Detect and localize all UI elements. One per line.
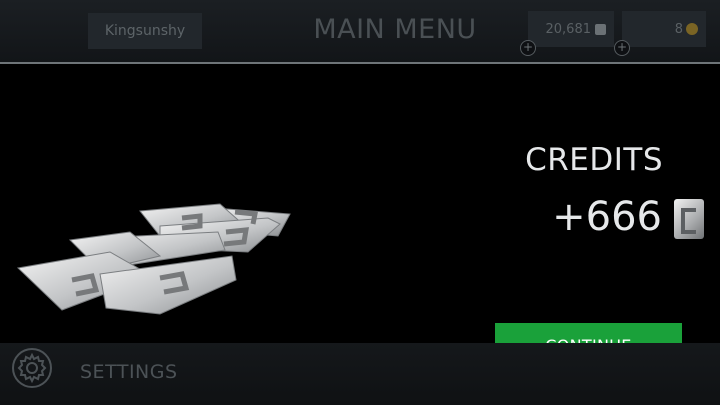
gold-coin-icon [686,23,698,35]
player-name: Kingsunshy [104,23,186,39]
reward-title: CREDITS [525,142,663,178]
player-name-button[interactable]: Kingsunshy [88,13,202,49]
credits-balance: 20,681 [545,21,592,37]
top-bar: Kingsunshy MAIN MENU 20,681 8 + + [0,0,720,62]
add-gold-plus-icon[interactable]: + [614,40,630,56]
reward-popup: CREDITS +666 CONTINUE [0,62,720,368]
add-credits-plus-icon[interactable]: + [520,40,536,56]
reward-amount: +666 [552,194,662,240]
credit-chip-icon [595,23,606,35]
gear-icon[interactable] [12,348,52,388]
gold-balance: 8 [674,21,683,37]
page-title: MAIN MENU [313,14,477,45]
gold-balance-box[interactable]: 8 [622,11,706,47]
settings-label[interactable]: SETTINGS [80,361,178,383]
credit-chip-icon [674,199,704,239]
credits-balance-box[interactable]: 20,681 [528,11,614,47]
